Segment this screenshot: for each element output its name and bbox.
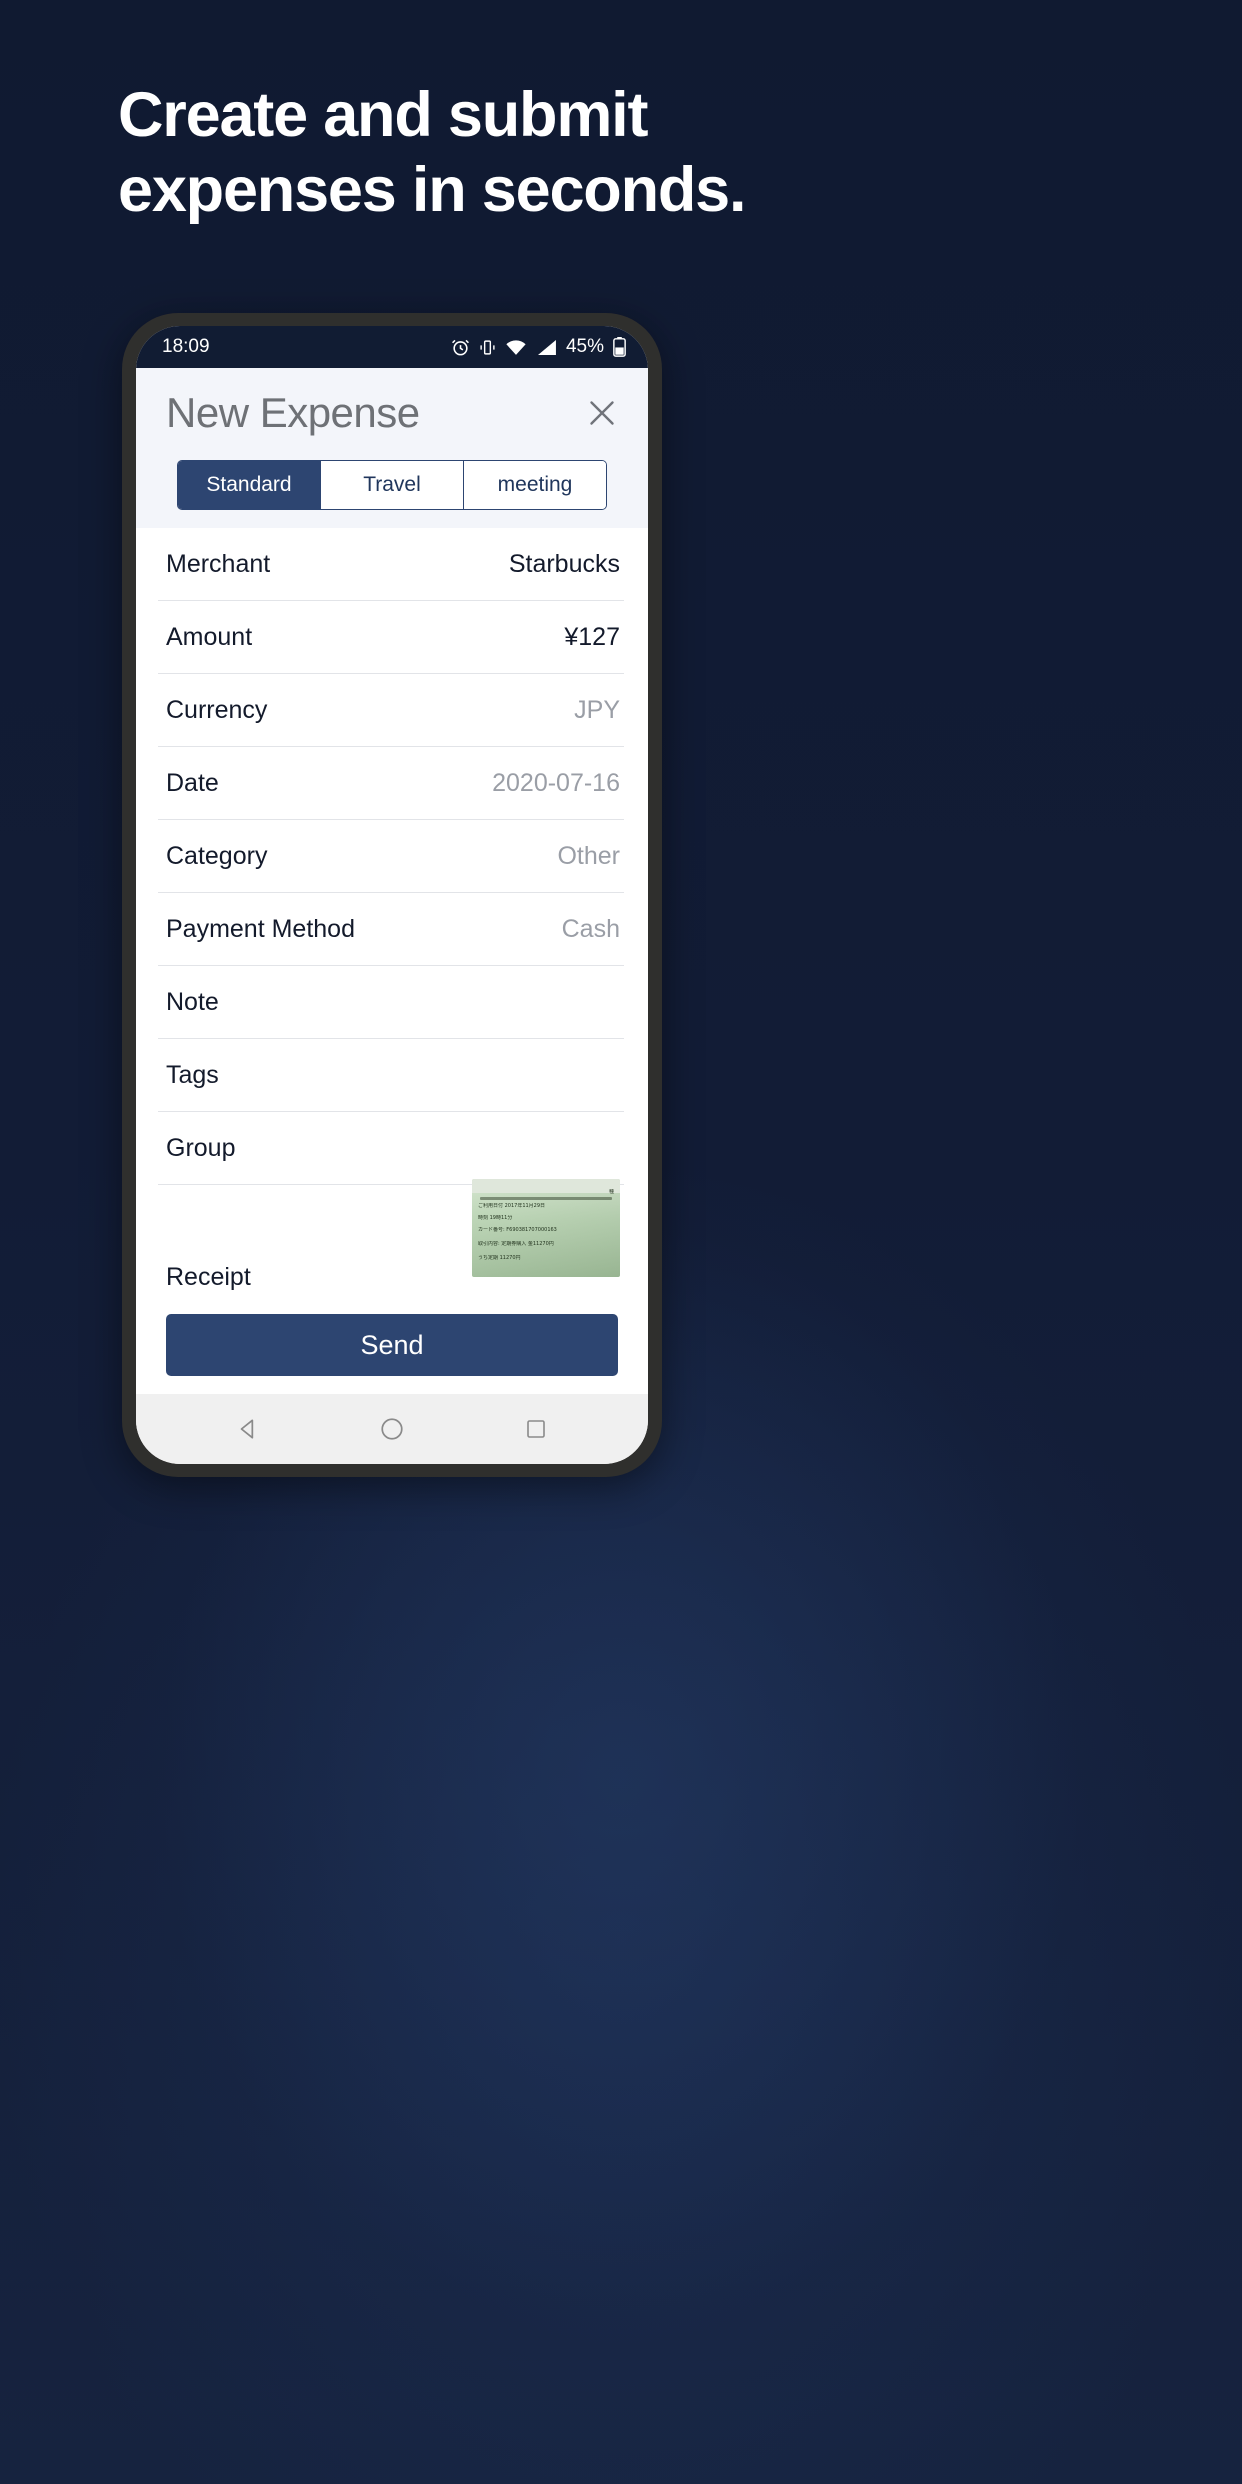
expense-type-segmented-control[interactable]: Standard Travel meeting	[177, 460, 607, 510]
field-label: Amount	[166, 622, 253, 651]
receipt-thumbnail[interactable]: 種 ご利用日付 2017年11月29日 時刻 19時11分 カード番号: F69…	[472, 1179, 620, 1277]
battery-icon	[613, 337, 626, 357]
field-row-payment-method[interactable]: Payment Method Cash	[158, 893, 624, 966]
promo-headline: Create and submit expenses in seconds.	[118, 84, 1138, 222]
recents-button-icon[interactable]	[512, 1405, 560, 1453]
field-row-tags[interactable]: Tags	[158, 1039, 624, 1112]
tab-meeting[interactable]: meeting	[464, 461, 606, 509]
field-label: Date	[166, 768, 219, 797]
home-button-icon[interactable]	[368, 1405, 416, 1453]
field-label: Category	[166, 841, 268, 870]
phone-screen: 18:09 45% New Expense Standard Travel me…	[136, 326, 648, 1464]
send-button-container: Send	[136, 1300, 648, 1394]
field-row-merchant[interactable]: Merchant Starbucks	[158, 528, 624, 601]
status-time: 18:09	[162, 336, 210, 357]
field-label: Note	[166, 987, 219, 1016]
receipt-rule	[480, 1197, 612, 1200]
battery-percent-label: 45%	[565, 336, 604, 357]
field-label: Payment Method	[166, 914, 355, 943]
field-value: Starbucks	[508, 549, 620, 578]
field-row-category[interactable]: Category Other	[158, 820, 624, 893]
receipt-line-3: 時刻 19時11分	[478, 1215, 513, 1221]
tab-travel[interactable]: Travel	[321, 461, 464, 509]
field-value: JPY	[574, 695, 620, 724]
field-row-note[interactable]: Note	[158, 966, 624, 1039]
android-nav-bar	[136, 1394, 648, 1464]
field-row-date[interactable]: Date 2020-07-16	[158, 747, 624, 820]
field-value: Cash	[561, 914, 620, 943]
field-label: Merchant	[166, 549, 271, 578]
page-title: New Expense	[166, 389, 420, 436]
tab-standard[interactable]: Standard	[178, 461, 321, 509]
signal-icon	[536, 339, 557, 356]
back-button-icon[interactable]	[224, 1405, 272, 1453]
send-button[interactable]: Send	[166, 1314, 618, 1376]
receipt-line-4: カード番号: F690381707000163	[478, 1227, 557, 1233]
wifi-icon	[505, 339, 527, 356]
close-icon[interactable]	[580, 391, 624, 435]
vibrate-icon	[479, 339, 496, 356]
phone-frame: 18:09 45% New Expense Standard Travel me…	[122, 313, 662, 1477]
field-label: Group	[166, 1133, 236, 1162]
receipt-line-2: ご利用日付 2017年11月29日	[478, 1203, 546, 1209]
field-row-amount[interactable]: Amount ¥127	[158, 601, 624, 674]
receipt-line-5: 取引内容: 定期券購入 金11270円	[478, 1241, 554, 1247]
field-label: Tags	[166, 1060, 219, 1089]
field-row-receipt[interactable]: Receipt 種 ご利用日付 2017年11月29日 時刻 19時11分 カー…	[158, 1179, 624, 1300]
receipt-line-6: うち定期 11270円	[478, 1255, 521, 1261]
receipt-line-1: 種	[608, 1189, 614, 1195]
field-label: Receipt	[166, 1263, 251, 1291]
field-value: 2020-07-16	[492, 768, 620, 797]
headline-line-1: Create and submit	[118, 80, 648, 150]
expense-form-list: Merchant Starbucks Amount ¥127 Currency …	[136, 528, 648, 1300]
alarm-icon	[451, 338, 470, 357]
field-row-currency[interactable]: Currency JPY	[158, 674, 624, 747]
field-row-group[interactable]: Group	[158, 1112, 624, 1185]
status-bar: 18:09 45%	[136, 326, 648, 368]
field-value: ¥127	[564, 622, 620, 651]
field-label: Currency	[166, 695, 268, 724]
field-value: Other	[557, 841, 620, 870]
app-header: New Expense Standard Travel meeting	[136, 368, 648, 528]
title-row: New Expense	[136, 382, 648, 444]
headline-line-2: expenses in seconds.	[118, 155, 746, 225]
status-icons: 45%	[451, 336, 626, 358]
